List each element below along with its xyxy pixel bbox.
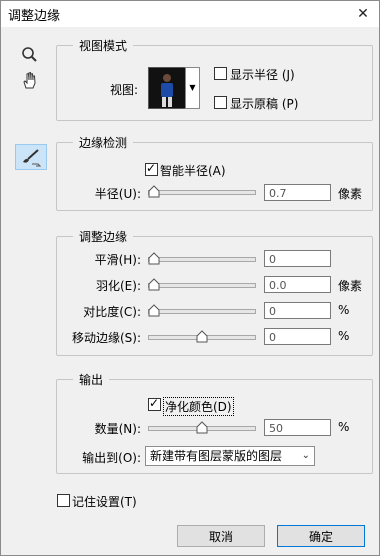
- smooth-field[interactable]: 0: [264, 250, 331, 267]
- output-legend: 输出: [73, 371, 110, 388]
- title-bar: 调整边缘 ✕: [1, 1, 379, 27]
- refine-radius-brush-icon[interactable]: [15, 144, 47, 170]
- shift-edge-thumb[interactable]: [196, 330, 208, 343]
- remember-settings-label: 记住设置(T): [72, 495, 137, 509]
- shift-edge-unit: %: [338, 329, 350, 343]
- contrast-thumb[interactable]: [148, 304, 160, 317]
- contrast-field[interactable]: 0: [264, 302, 331, 319]
- close-icon[interactable]: ✕: [347, 1, 379, 27]
- decontaminate-checkbox[interactable]: ✓: [148, 396, 161, 411]
- edge-detection-legend: 边缘检测: [73, 134, 134, 151]
- feather-unit: 像素: [338, 279, 363, 293]
- feather-field[interactable]: 0.0: [264, 276, 331, 293]
- contrast-track: [148, 309, 256, 314]
- decontaminate-label: 净化颜色(D): [163, 397, 234, 416]
- hand-icon[interactable]: [15, 69, 45, 93]
- ok-button[interactable]: 确定: [277, 525, 365, 547]
- view-mode-group: 视图模式: [56, 37, 373, 121]
- show-original-checkbox[interactable]: [214, 96, 227, 109]
- radius-field[interactable]: 0.7: [264, 184, 331, 201]
- adjust-edge-legend: 调整边缘: [73, 228, 134, 245]
- output-to-select[interactable]: 新建带有图层蒙版的图层 ⌄: [145, 446, 315, 466]
- amount-label: 数量(N):: [94, 422, 141, 436]
- feather-thumb[interactable]: [148, 278, 160, 291]
- dialog-title: 调整边缘: [8, 9, 61, 24]
- feather-label: 羽化(E):: [96, 279, 141, 293]
- smooth-slider[interactable]: [148, 252, 256, 266]
- contrast-label: 对比度(C):: [83, 305, 141, 319]
- shift-edge-label: 移动边缘(S):: [71, 331, 141, 345]
- show-original-label: 显示原稿 (P): [230, 97, 299, 111]
- refine-edge-dialog: 调整边缘 ✕ 视图模式 视图: ▼ 显示半径 (J) 显示原稿 (P) 边缘检测…: [0, 0, 380, 556]
- feather-track: [148, 283, 256, 288]
- contrast-slider[interactable]: [148, 304, 256, 318]
- smart-radius-checkbox[interactable]: ✓: [145, 161, 158, 176]
- amount-slider[interactable]: [148, 421, 256, 435]
- shift-edge-slider[interactable]: [148, 330, 256, 344]
- view-dropdown-button[interactable]: ▼: [185, 67, 200, 109]
- chevron-down-icon: ⌄: [301, 450, 310, 461]
- remember-settings-checkbox[interactable]: [57, 494, 70, 507]
- radius-thumb[interactable]: [148, 185, 160, 198]
- view-label: 视图:: [110, 83, 139, 97]
- smooth-thumb[interactable]: [148, 252, 160, 265]
- radius-track: [148, 190, 256, 195]
- smart-radius-label: 智能半径(A): [160, 164, 226, 178]
- amount-field[interactable]: 50: [264, 419, 331, 436]
- smooth-label: 平滑(H):: [94, 253, 141, 267]
- view-mode-legend: 视图模式: [73, 37, 134, 54]
- radius-unit: 像素: [338, 187, 363, 201]
- show-radius-label: 显示半径 (J): [230, 68, 295, 82]
- radius-slider[interactable]: [148, 185, 256, 199]
- smooth-track: [148, 257, 256, 262]
- feather-slider[interactable]: [148, 278, 256, 292]
- cancel-button[interactable]: 取消: [177, 525, 265, 547]
- output-to-label: 输出到(O):: [82, 451, 141, 465]
- contrast-unit: %: [338, 303, 350, 317]
- show-radius-checkbox[interactable]: [214, 67, 227, 80]
- view-thumbnail[interactable]: [148, 67, 186, 109]
- shift-edge-field[interactable]: 0: [264, 328, 331, 345]
- amount-unit: %: [338, 420, 350, 434]
- magnifier-icon[interactable]: [15, 43, 45, 67]
- amount-thumb[interactable]: [196, 421, 208, 434]
- output-to-value: 新建带有图层蒙版的图层: [150, 449, 283, 463]
- radius-label: 半径(U):: [94, 187, 141, 201]
